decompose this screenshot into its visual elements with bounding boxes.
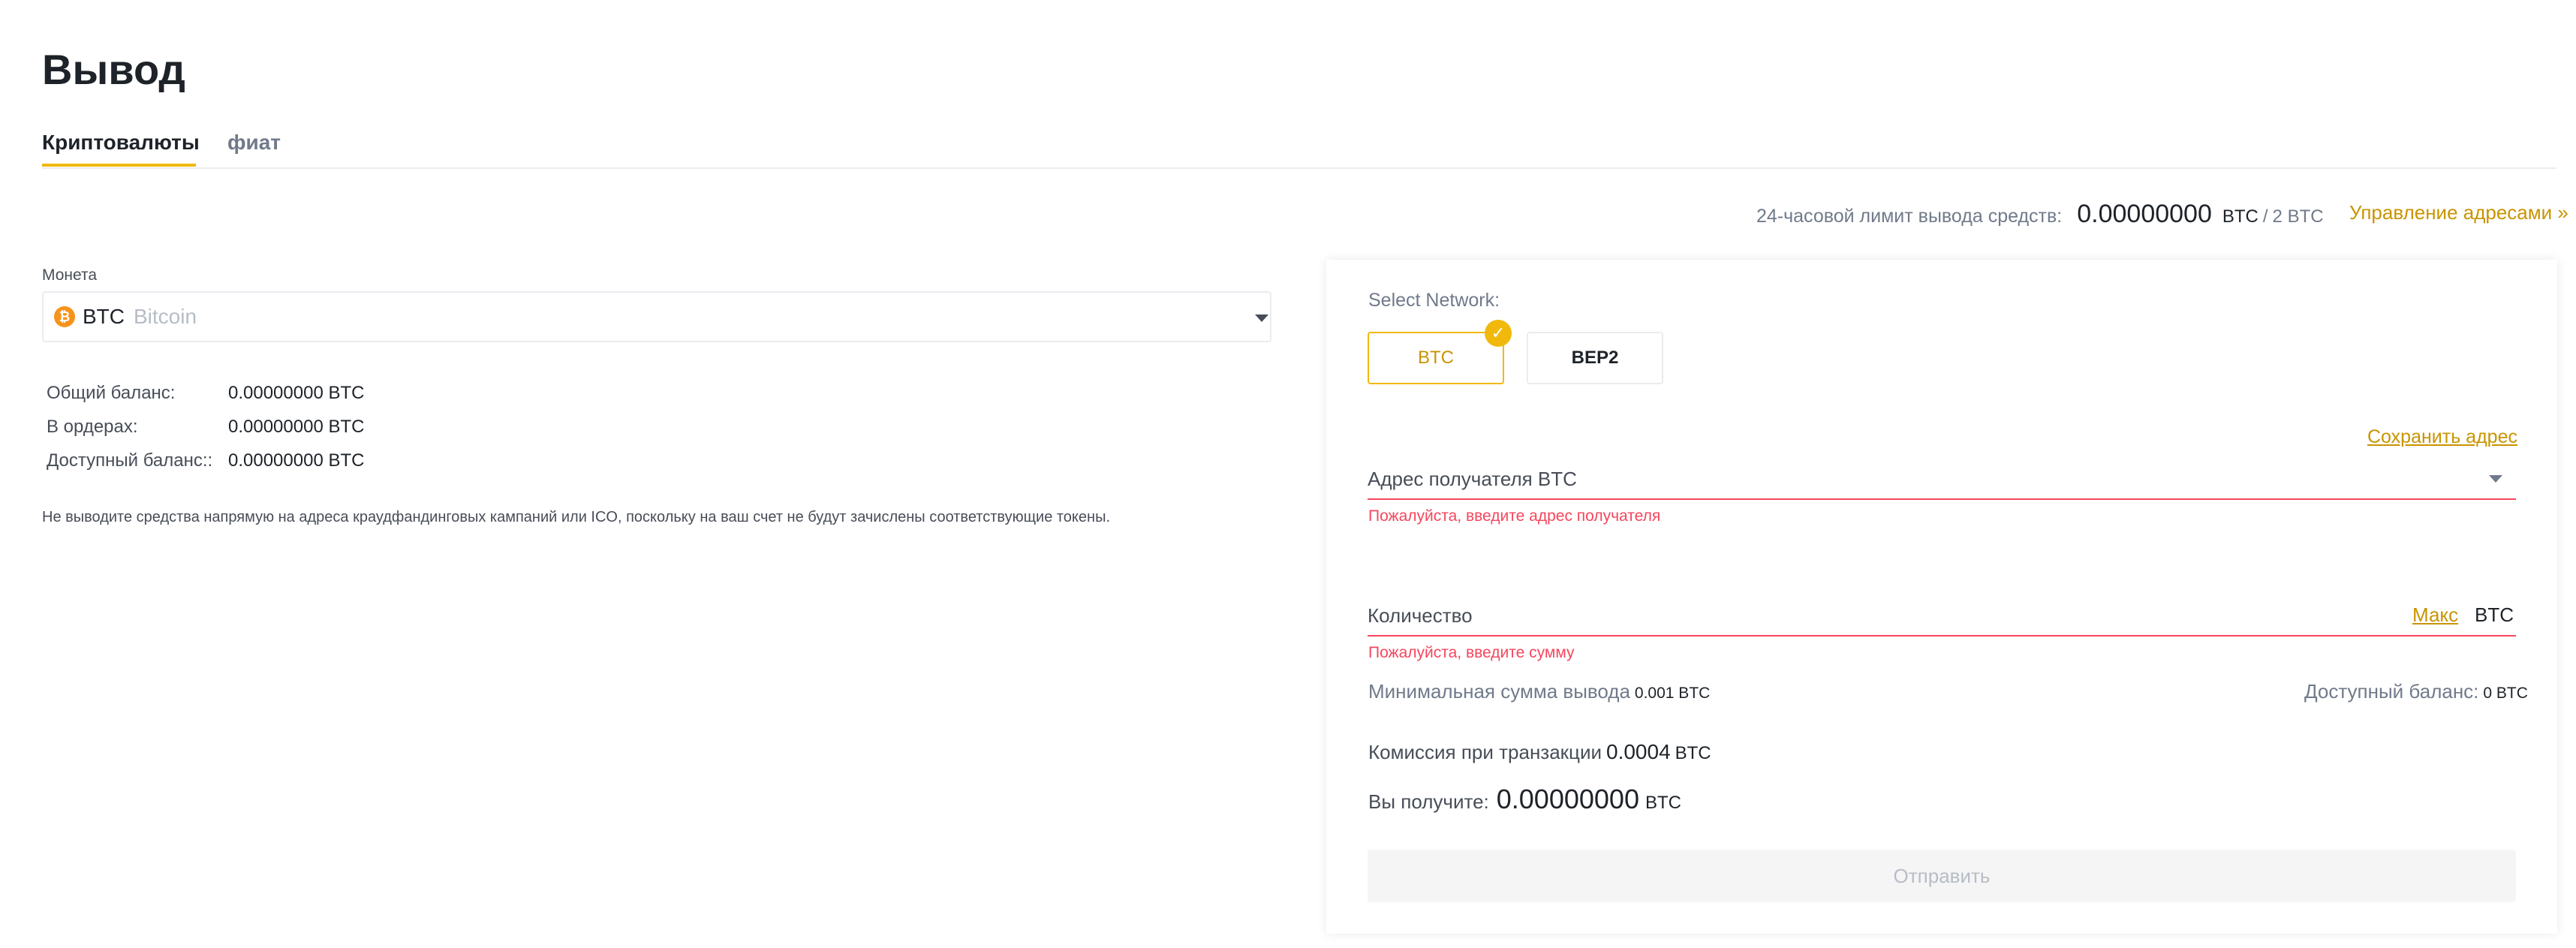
coin-select[interactable]: ₿ BTC Bitcoin <box>42 291 1271 342</box>
limit-unit: BTC <box>2222 206 2259 227</box>
fee-unit: BTC <box>1675 743 1711 763</box>
amount-field: Макс BTC <box>1368 596 2516 637</box>
limit-separator: / <box>2262 206 2268 227</box>
limit-value: 0.00000000 <box>2077 200 2212 228</box>
min-withdraw: Минимальная сумма вывода 0.001 BTC <box>1368 680 1710 706</box>
balance-value: 0.00000000 BTC <box>228 383 365 403</box>
available-balance-label: Доступный баланс: <box>2304 680 2479 703</box>
check-icon: ✓ <box>1485 320 1512 347</box>
balance-row: В ордерах: 0.00000000 BTC <box>47 414 364 441</box>
chevron-down-icon[interactable] <box>2489 475 2502 483</box>
coin-symbol: BTC <box>83 305 125 328</box>
bitcoin-icon: ₿ <box>54 306 75 327</box>
amount-unit: BTC <box>2475 603 2514 626</box>
recipient-address-input[interactable] <box>1368 465 2463 492</box>
balance-row: Общий баланс: 0.00000000 BTC <box>47 380 364 407</box>
available-balance: Доступный баланс: 0 BTC <box>2304 680 2528 706</box>
balance-label: В ордерах: <box>47 417 138 437</box>
tab-crypto[interactable]: Криптовалюты <box>42 129 200 156</box>
address-error: Пожалуйста, введите адрес получателя <box>1368 507 1661 525</box>
min-withdraw-value: 0.001 BTC <box>1634 685 1711 702</box>
receive-unit: BTC <box>1645 793 1681 813</box>
active-tab-indicator <box>42 164 196 167</box>
fee-value: 0.0004 <box>1606 740 1671 763</box>
recipient-address-field <box>1368 459 2516 500</box>
withdraw-limit: 24-часовой лимит вывода средств: 0.00000… <box>1756 200 2324 230</box>
amount-input[interactable] <box>1368 602 2388 629</box>
balance-row: Доступный баланс:: 0.00000000 BTC <box>47 447 364 474</box>
page-title: Вывод <box>42 46 185 93</box>
tab-fiat[interactable]: фиат <box>227 129 281 156</box>
max-amount-link[interactable]: Макс <box>2412 603 2458 627</box>
amount-error: Пожалуйста, введите сумму <box>1368 644 1575 661</box>
coin-name: Bitcoin <box>134 305 197 328</box>
limit-label: 24-часовой лимит вывода средств: <box>1756 206 2063 227</box>
receive-label: Вы получите: <box>1368 790 1489 813</box>
available-balance-value: 0 BTC <box>2483 685 2528 702</box>
balance-value: 0.00000000 BTC <box>228 417 365 437</box>
limit-total: 2 BTC <box>2272 206 2324 227</box>
network-option-bep2[interactable]: BEP2 <box>1527 332 1663 384</box>
network-option-btc[interactable]: BTC <box>1368 332 1504 384</box>
balance-label: Доступный баланс:: <box>47 450 213 471</box>
min-withdraw-label: Минимальная сумма вывода <box>1368 680 1630 703</box>
withdraw-warning: Не выводите средства напрямую на адреса … <box>42 509 1111 525</box>
tabs-divider <box>42 167 2556 169</box>
coin-label: Монета <box>42 266 98 284</box>
receive-value: 0.00000000 <box>1496 784 1639 814</box>
save-address-link[interactable]: Сохранить адрес <box>2367 426 2517 448</box>
network-label: Select Network: <box>1368 290 1500 311</box>
submit-button[interactable]: Отправить <box>1368 850 2516 902</box>
transaction-fee: Комиссия при транзакции 0.0004 BTC <box>1368 740 1711 764</box>
chevron-down-icon <box>1255 314 1268 322</box>
balance-value: 0.00000000 BTC <box>228 450 365 471</box>
balance-label: Общий баланс: <box>47 383 176 403</box>
receive-amount: Вы получите: 0.00000000 BTC <box>1368 784 1681 815</box>
fee-label: Комиссия при транзакции <box>1368 741 1602 763</box>
manage-addresses-link[interactable]: Управление адресами » <box>2349 201 2568 224</box>
